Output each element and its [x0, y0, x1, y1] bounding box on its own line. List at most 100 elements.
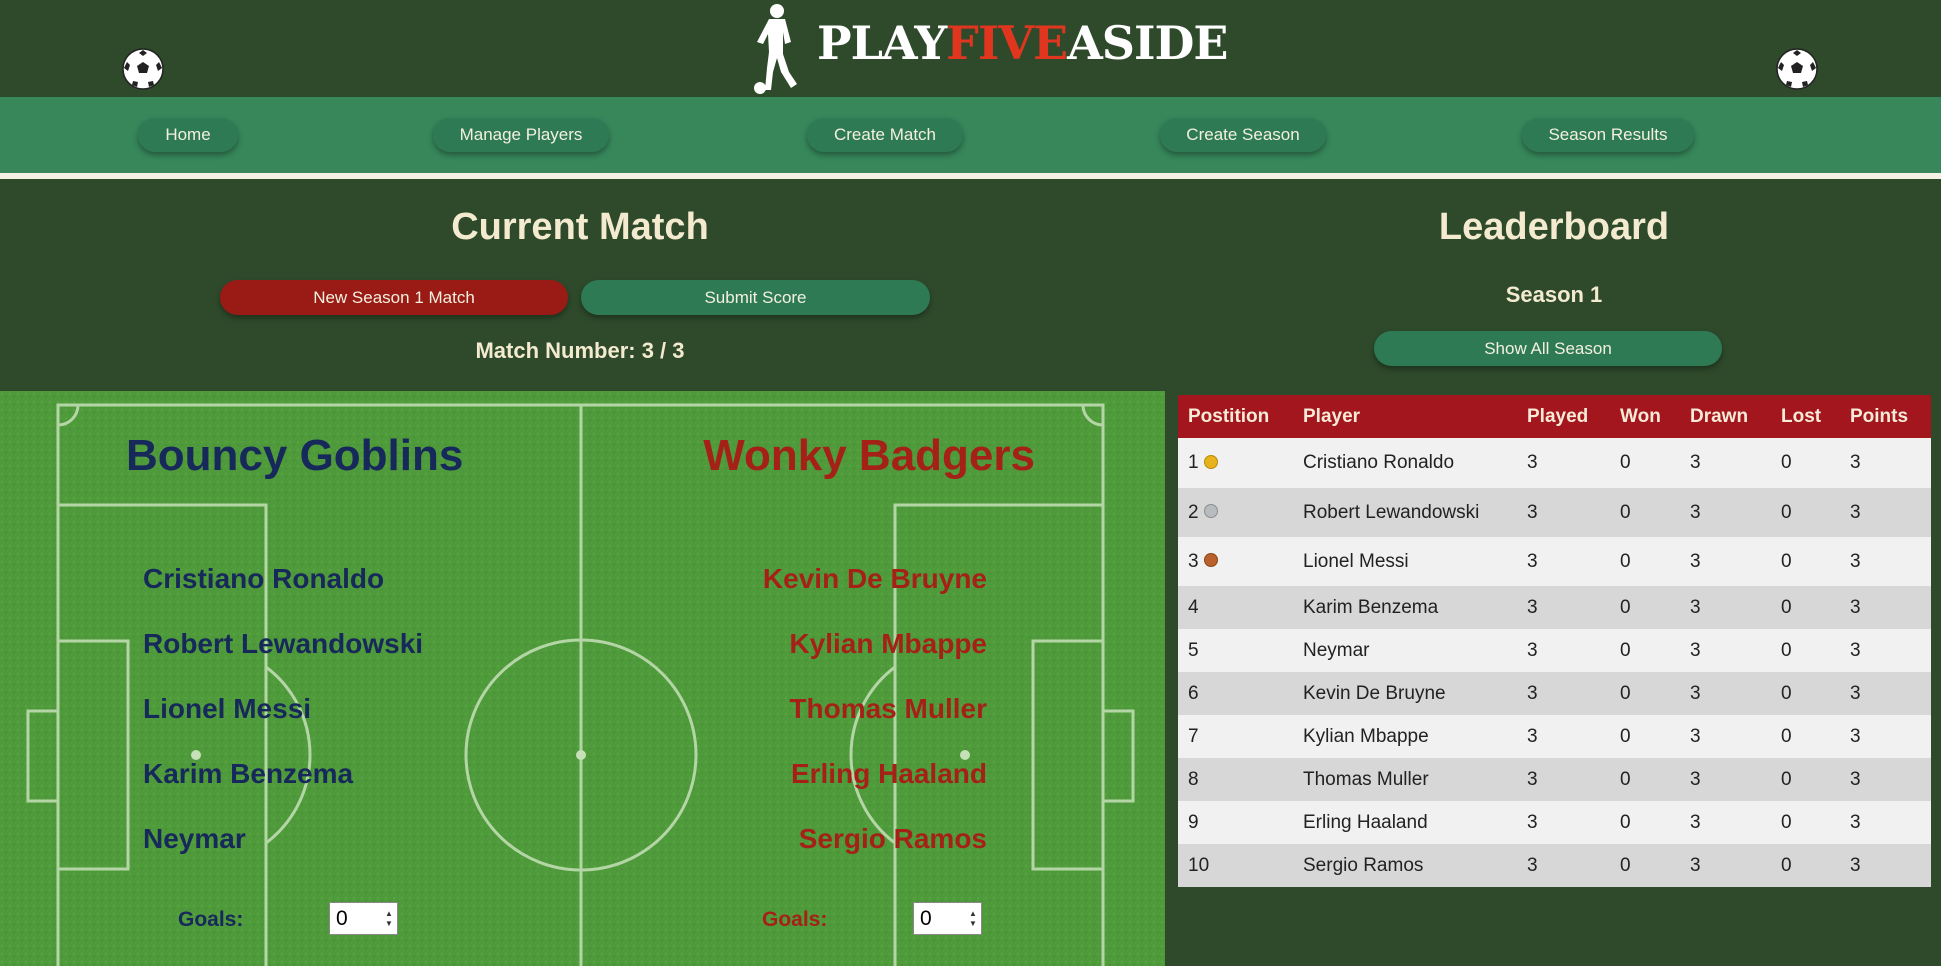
cell-lost: 0 [1771, 537, 1840, 586]
cell-points-text: 3 [1850, 596, 1861, 618]
cell-drawn-text: 3 [1690, 682, 1701, 704]
new-match-button[interactable]: New Season 1 Match [220, 280, 568, 315]
home-goals-label: Goals: [178, 908, 244, 931]
table-row: 9 Erling Haaland 3 0 3 0 3 [1178, 801, 1931, 844]
cell-points: 3 [1840, 758, 1931, 801]
home-player: Neymar [143, 823, 246, 854]
cell-played: 3 [1517, 537, 1610, 586]
player-silhouette-logo [754, 3, 797, 94]
cell-played: 3 [1517, 629, 1610, 672]
cell-won: 0 [1610, 586, 1680, 629]
cell-drawn: 3 [1680, 801, 1771, 844]
cell-won-text: 0 [1620, 501, 1631, 523]
cell-player: Lionel Messi [1293, 537, 1517, 586]
cell-drawn: 3 [1680, 715, 1771, 758]
home-team-name: Bouncy Goblins [126, 431, 464, 480]
cell-drawn-text: 3 [1690, 725, 1701, 747]
cell-player-text: Lionel Messi [1303, 550, 1409, 572]
cell-won: 0 [1610, 537, 1680, 586]
cell-points-text: 3 [1850, 452, 1861, 473]
nav-home-button[interactable]: Home [138, 118, 238, 152]
leaderboard-table: Postition Player Played Won Drawn Lost P… [1178, 395, 1931, 887]
cell-points: 3 [1840, 488, 1931, 537]
cell-position-text: 1 [1188, 452, 1199, 473]
cell-won: 0 [1610, 715, 1680, 758]
cell-points: 3 [1840, 801, 1931, 844]
cell-lost-text: 0 [1781, 725, 1792, 747]
cell-lost: 0 [1771, 586, 1840, 629]
cell-player-text: Karim Benzema [1303, 596, 1439, 618]
cell-position: 8 [1178, 758, 1293, 801]
pitch: Bouncy Goblins Wonky Badgers Cristiano R… [0, 391, 1165, 966]
cell-played-text: 3 [1527, 725, 1538, 747]
soccer-ball-icon [122, 48, 164, 90]
leaderboard-title: Leaderboard [1438, 206, 1670, 248]
cell-lost-text: 0 [1781, 811, 1792, 833]
cell-position-text: 3 [1188, 550, 1199, 572]
cell-lost: 0 [1771, 488, 1840, 537]
cell-drawn-text: 3 [1690, 639, 1701, 661]
cell-position: 7 [1178, 715, 1293, 758]
col-position: Postition [1178, 395, 1293, 438]
cell-drawn: 3 [1680, 629, 1771, 672]
cell-lost: 0 [1771, 438, 1840, 488]
cell-lost-text: 0 [1781, 639, 1792, 661]
cell-player: Robert Lewandowski [1293, 488, 1517, 537]
table-row: 8 Thomas Muller 3 0 3 0 3 [1178, 758, 1931, 801]
home-goals-input[interactable]: 0 ▲ ▼ [329, 902, 398, 935]
brand-part-play: PLAY [817, 15, 947, 70]
cell-player-text: Erling Haaland [1303, 811, 1428, 833]
show-all-season-button[interactable]: Show All Season [1374, 331, 1722, 366]
cell-position: 10 [1178, 844, 1293, 887]
cell-player: Cristiano Ronaldo [1293, 438, 1517, 488]
cell-lost: 0 [1771, 629, 1840, 672]
cell-drawn-text: 3 [1690, 768, 1701, 790]
nav-season-results-button[interactable]: Season Results [1522, 118, 1694, 152]
nav-create-season-button[interactable]: Create Season [1160, 118, 1326, 152]
cell-player-text: Sergio Ramos [1303, 854, 1424, 876]
cell-player: Erling Haaland [1293, 801, 1517, 844]
cell-points-text: 3 [1850, 682, 1861, 704]
cell-position: 2 [1178, 488, 1293, 537]
nav-create-match-button[interactable]: Create Match [807, 118, 963, 152]
cell-lost: 0 [1771, 758, 1840, 801]
nav-manage-players-button[interactable]: Manage Players [433, 118, 609, 152]
submit-score-button[interactable]: Submit Score [581, 280, 930, 315]
cell-player: Sergio Ramos [1293, 844, 1517, 887]
away-goals-input[interactable]: 0 ▲ ▼ [913, 902, 982, 935]
medal-silver-icon [1203, 504, 1218, 519]
col-player: Player [1293, 395, 1517, 438]
cell-won: 0 [1610, 758, 1680, 801]
cell-position-text: 2 [1188, 501, 1199, 523]
number-spinner-icon[interactable]: ▲ ▼ [381, 903, 397, 934]
cell-won-text: 0 [1620, 639, 1631, 661]
cell-drawn: 3 [1680, 672, 1771, 715]
nav-divider [0, 173, 1941, 179]
cell-drawn-text: 3 [1690, 811, 1701, 833]
cell-points-text: 3 [1850, 550, 1861, 572]
brand-part-aside: ASIDE [1067, 15, 1228, 70]
cell-played-text: 3 [1527, 682, 1538, 704]
brand-logo[interactable]: PLAYFIVEASIDE [747, 0, 1229, 97]
away-team-name: Wonky Badgers [703, 431, 1035, 480]
away-goals-value[interactable]: 0 [914, 907, 965, 931]
cell-played-text: 3 [1527, 639, 1538, 661]
cell-played: 3 [1517, 715, 1610, 758]
cell-won-text: 0 [1620, 452, 1631, 473]
cell-played: 3 [1517, 801, 1610, 844]
cell-lost-text: 0 [1781, 854, 1792, 876]
cell-played-text: 3 [1527, 452, 1538, 473]
number-spinner-icon[interactable]: ▲ ▼ [965, 903, 981, 934]
table-row: 7 Kylian Mbappe 3 0 3 0 3 [1178, 715, 1931, 758]
cell-position-text: 8 [1188, 768, 1199, 790]
cell-points-text: 3 [1850, 811, 1861, 833]
cell-drawn: 3 [1680, 438, 1771, 488]
cell-won-text: 0 [1620, 768, 1631, 790]
cell-lost: 0 [1771, 715, 1840, 758]
cell-player-text: Kylian Mbappe [1303, 725, 1429, 747]
cell-lost-text: 0 [1781, 550, 1792, 572]
cell-position-text: 9 [1188, 811, 1199, 833]
cell-drawn: 3 [1680, 844, 1771, 887]
home-goals-value[interactable]: 0 [330, 907, 381, 931]
cell-points-text: 3 [1850, 768, 1861, 790]
